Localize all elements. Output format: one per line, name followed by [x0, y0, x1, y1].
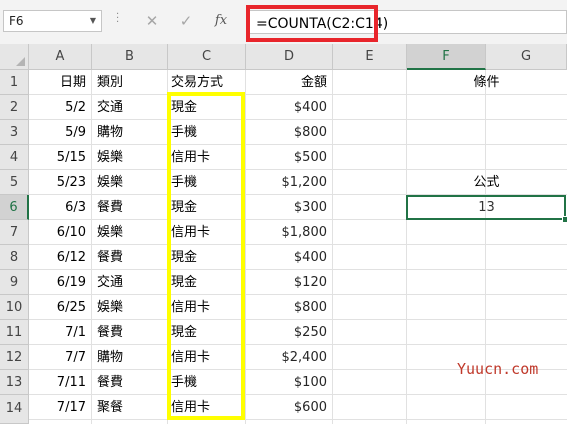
table-cell-amount[interactable]: $250	[246, 321, 327, 345]
insert-function-icon[interactable]: fx	[211, 11, 231, 31]
table-cell-date[interactable]: 5/23	[29, 171, 86, 195]
select-all-button[interactable]	[0, 44, 29, 70]
table-cell-amount[interactable]: $1,200	[246, 171, 328, 195]
column-header-e[interactable]: E	[333, 44, 407, 70]
row-header-12[interactable]: 12	[0, 345, 29, 370]
cancel-icon[interactable]: ✕	[142, 11, 162, 31]
row-header-7[interactable]: 7	[0, 220, 29, 245]
header-date[interactable]: 日期	[29, 71, 86, 95]
table-cell-amount[interactable]: $2,400	[246, 346, 328, 370]
table-cell-date[interactable]: 5/2	[29, 96, 86, 120]
row-header-8[interactable]: 8	[0, 245, 29, 270]
table-cell-category[interactable]: 交通	[97, 96, 167, 120]
table-cell-date[interactable]: 6/25	[29, 296, 86, 320]
row-header-3[interactable]: 3	[0, 120, 29, 145]
header-category[interactable]: 類別	[97, 71, 167, 95]
row-header-2[interactable]: 2	[0, 95, 29, 120]
row-header-10[interactable]: 10	[0, 295, 29, 320]
row-header-4[interactable]: 4	[0, 145, 29, 170]
row-header-11[interactable]: 11	[0, 320, 29, 345]
table-cell-category[interactable]: 娛樂	[97, 221, 167, 245]
header-amount[interactable]: 金額	[246, 71, 327, 95]
table-cell-amount[interactable]: $600	[246, 396, 327, 420]
chevron-down-icon[interactable]: ▼	[90, 11, 96, 31]
table-cell-date[interactable]: 7/1	[29, 321, 86, 345]
table-cell-date[interactable]: 7/11	[29, 371, 86, 395]
name-box-value: F6	[9, 14, 24, 28]
table-cell-category[interactable]: 餐費	[97, 371, 167, 395]
table-cell-category[interactable]: 購物	[97, 346, 167, 370]
table-cell-date[interactable]: 6/3	[29, 196, 86, 220]
table-cell-amount[interactable]: $500	[246, 146, 327, 170]
payment-range-highlight	[167, 92, 245, 420]
table-cell-date[interactable]: 7/7	[29, 346, 86, 370]
table-cell-date[interactable]: 6/12	[29, 246, 86, 270]
column-header-g[interactable]: G	[486, 44, 567, 70]
table-cell-amount[interactable]: $100	[246, 371, 327, 395]
table-cell-category[interactable]: 餐費	[97, 246, 167, 270]
name-box[interactable]: F6 ▼	[3, 10, 102, 32]
table-cell-category[interactable]: 娛樂	[97, 146, 167, 170]
row-header-5[interactable]: 5	[0, 170, 29, 195]
table-cell-amount[interactable]: $800	[246, 296, 327, 320]
table-cell-amount[interactable]: $400	[246, 246, 327, 270]
row-header-6[interactable]: 6	[0, 195, 29, 220]
enter-icon[interactable]: ✓	[176, 11, 196, 31]
table-cell-date[interactable]: 5/15	[29, 146, 86, 170]
table-cell-date[interactable]: 6/10	[29, 221, 86, 245]
table-cell-amount[interactable]: $300	[246, 196, 327, 220]
table-cell-category[interactable]: 娛樂	[97, 171, 167, 195]
table-cell-category[interactable]: 購物	[97, 121, 167, 145]
table-cell-amount[interactable]: $1,800	[246, 221, 328, 245]
table-cell-date[interactable]: 5/9	[29, 121, 86, 145]
table-cell-category[interactable]: 娛樂	[97, 296, 167, 320]
table-cell-date[interactable]: 7/17	[29, 396, 86, 420]
column-header-a[interactable]: A	[29, 44, 92, 70]
active-cell-border	[406, 195, 566, 220]
table-cell-date[interactable]: 6/19	[29, 271, 86, 295]
fill-handle[interactable]	[562, 216, 567, 223]
watermark: Yuucn.com	[457, 360, 539, 378]
table-cell-amount[interactable]: $120	[246, 271, 327, 295]
table-cell-category[interactable]: 餐費	[97, 196, 167, 220]
formula-highlight-box	[246, 5, 378, 42]
row-header-9[interactable]: 9	[0, 270, 29, 295]
table-cell-amount[interactable]: $800	[246, 121, 327, 145]
formula-bar: F6 ▼ · · · ✕ ✓ fx =COUNTA(C2:C14)	[0, 0, 567, 44]
column-header-d[interactable]: D	[246, 44, 333, 70]
table-cell-category[interactable]: 餐費	[97, 321, 167, 345]
column-header-b[interactable]: B	[92, 44, 168, 70]
column-header-f[interactable]: F	[407, 44, 486, 70]
row-header-14[interactable]: 14	[0, 395, 29, 424]
table-cell-amount[interactable]: $400	[246, 96, 327, 120]
table-cell-category[interactable]: 聚餐	[97, 396, 167, 420]
formula-label[interactable]: 公式	[407, 171, 566, 195]
header-criteria[interactable]: 條件	[407, 71, 566, 95]
row-header-13[interactable]: 13	[0, 370, 29, 395]
table-cell-category[interactable]: 交通	[97, 271, 167, 295]
column-header-c[interactable]: C	[168, 44, 246, 70]
more-options-icon: · · ·	[116, 9, 120, 28]
row-header-1[interactable]: 1	[0, 70, 29, 95]
